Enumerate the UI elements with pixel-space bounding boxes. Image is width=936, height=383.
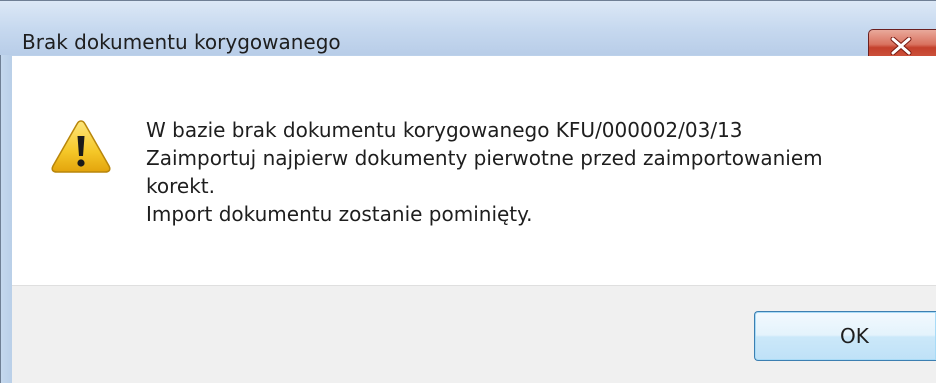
warning-icon [51,120,111,173]
dialog-title: Brak dokumentu korygowanego [22,30,341,54]
window-frame-left [0,0,12,383]
message-line: W bazie brak dokumentu korygowanego KFU/… [146,118,743,142]
dialog-window: Brak dokumentu korygowanego W bazie brak… [0,0,936,383]
message-line: Zaimportuj najpierw dokumenty pierwotne … [146,146,823,170]
message-text: W bazie brak dokumentu korygowanego KFU/… [146,116,906,228]
title-bar[interactable]: Brak dokumentu korygowanego [0,1,936,55]
ok-button[interactable]: OK [754,311,936,361]
message-line: korekt. [146,174,215,198]
window-frame-top [0,0,936,1]
close-icon [890,37,912,55]
message-line: Import dokumentu zostanie pominięty. [146,202,533,226]
